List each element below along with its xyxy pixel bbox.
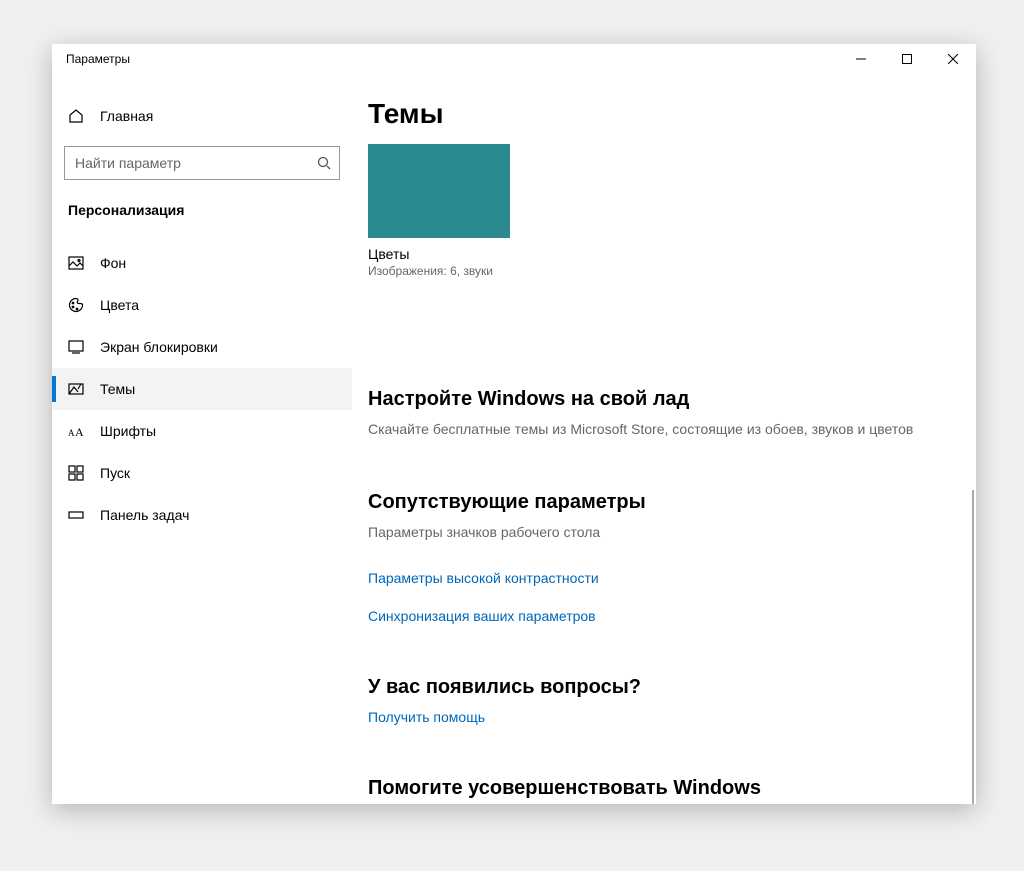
sidebar-item-label: Темы (100, 381, 135, 397)
customize-section: Настройте Windows на свой лад Скачайте б… (368, 388, 956, 437)
sidebar-item-lockscreen[interactable]: Экран блокировки (52, 326, 352, 368)
sidebar-item-themes[interactable]: Темы (52, 368, 352, 410)
theme-name: Цветы (368, 246, 956, 262)
questions-heading: У вас появились вопросы? (368, 676, 956, 699)
home-label: Главная (100, 108, 153, 124)
sidebar-item-label: Пуск (100, 465, 130, 481)
search-icon (317, 156, 331, 170)
search-box[interactable] (64, 146, 340, 180)
titlebar: Параметры (52, 44, 976, 74)
feedback-heading: Помогите усовершенствовать Windows (368, 777, 956, 800)
sidebar-item-fonts[interactable]: AA Шрифты (52, 410, 352, 452)
start-icon (68, 465, 84, 481)
questions-section: У вас появились вопросы? Получить помощь (368, 676, 956, 725)
sidebar-item-colors[interactable]: Цвета (52, 284, 352, 326)
taskbar-icon (68, 507, 84, 523)
feedback-section: Помогите усовершенствовать Windows Остав… (368, 777, 956, 804)
maximize-button[interactable] (884, 44, 930, 74)
sidebar-item-label: Экран блокировки (100, 339, 218, 355)
category-title: Персонализация (52, 180, 352, 228)
customize-desc: Скачайте бесплатные темы из Microsoft St… (368, 421, 956, 437)
close-button[interactable] (930, 44, 976, 74)
sidebar-item-background[interactable]: Фон (52, 242, 352, 284)
home-button[interactable]: Главная (52, 98, 352, 134)
close-icon (948, 54, 958, 64)
nav: Фон Цвета Экран блокировки (52, 242, 352, 536)
customize-heading: Настройте Windows на свой лад (368, 388, 956, 411)
theme-subtitle: Изображения: 6, звуки (368, 264, 956, 278)
lockscreen-icon (68, 339, 84, 355)
minimize-icon (856, 54, 866, 64)
palette-icon (68, 297, 84, 313)
related-section: Сопутствующие параметры Параметры значко… (368, 491, 956, 624)
picture-icon (68, 255, 84, 271)
sidebar-item-label: Шрифты (100, 423, 156, 439)
sidebar: Главная Персонализация Фон (52, 74, 352, 804)
svg-text:A: A (68, 428, 75, 438)
scrollbar[interactable] (972, 490, 974, 804)
home-icon (68, 108, 84, 124)
page-title: Темы (368, 98, 956, 130)
fonts-icon: AA (68, 423, 84, 439)
sidebar-item-start[interactable]: Пуск (52, 452, 352, 494)
link-sync-settings[interactable]: Синхронизация ваших параметров (368, 608, 956, 624)
maximize-icon (902, 54, 912, 64)
settings-window: Параметры Главная (52, 44, 976, 804)
related-heading: Сопутствующие параметры (368, 491, 956, 514)
sidebar-item-taskbar[interactable]: Панель задач (52, 494, 352, 536)
sidebar-item-label: Панель задач (100, 507, 189, 523)
sidebar-item-label: Фон (100, 255, 126, 271)
link-get-help[interactable]: Получить помощь (368, 709, 956, 725)
related-desc: Параметры значков рабочего стола (368, 524, 956, 540)
themes-icon (68, 381, 84, 397)
window-body: Главная Персонализация Фон (52, 74, 976, 804)
link-high-contrast[interactable]: Параметры высокой контрастности (368, 570, 956, 586)
minimize-button[interactable] (838, 44, 884, 74)
theme-thumbnail[interactable] (368, 144, 510, 238)
sidebar-item-label: Цвета (100, 297, 139, 313)
svg-text:A: A (75, 425, 84, 438)
window-controls (838, 44, 976, 74)
search-input[interactable] (73, 154, 317, 172)
window-title: Параметры (66, 44, 130, 74)
main-content: Темы Цветы Изображения: 6, звуки Настрой… (352, 74, 976, 804)
